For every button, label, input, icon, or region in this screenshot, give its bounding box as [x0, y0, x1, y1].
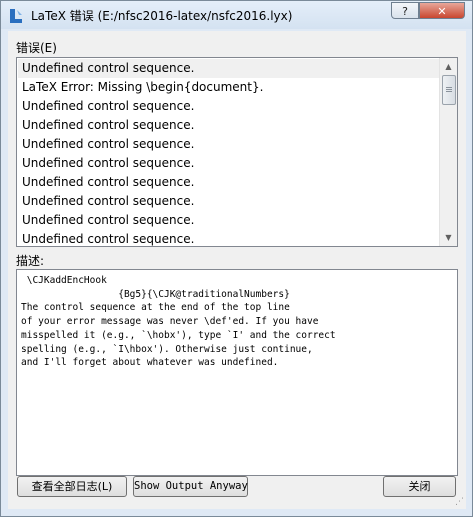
title-bar[interactable]: LaTeX 错误 (E:/nfsc2016-latex/nsfc2016.lyx…	[1, 1, 472, 29]
error-list-item[interactable]: Undefined control sequence.	[18, 230, 440, 246]
scroll-thumb[interactable]	[442, 75, 456, 105]
error-list-item[interactable]: Undefined control sequence.	[18, 154, 440, 173]
error-list-item[interactable]: Undefined control sequence.	[18, 211, 440, 230]
errors-label: 错误(E)	[16, 41, 57, 55]
view-full-log-button[interactable]: 查看全部日志(L)	[17, 476, 127, 497]
error-list-item[interactable]: Undefined control sequence.	[18, 192, 440, 211]
dialog-body: 错误(E) Undefined control sequence. LaTeX …	[8, 31, 466, 509]
window-title: LaTeX 错误 (E:/nfsc2016-latex/nsfc2016.lyx…	[31, 9, 293, 23]
error-list-item[interactable]: Undefined control sequence.	[18, 173, 440, 192]
lyx-app-icon	[10, 9, 22, 23]
error-list-item[interactable]: Undefined control sequence.	[18, 116, 440, 135]
error-list-item[interactable]: Undefined control sequence.	[18, 97, 440, 116]
error-list-item[interactable]: Undefined control sequence.	[18, 135, 440, 154]
scroll-up-arrow-icon[interactable]: ▲	[440, 58, 457, 75]
error-dialog: LaTeX 错误 (E:/nfsc2016-latex/nsfc2016.lyx…	[0, 0, 473, 517]
error-list-item[interactable]: LaTeX Error: Missing \begin{document}.	[18, 78, 440, 97]
error-list-item[interactable]: Undefined control sequence.	[18, 59, 440, 78]
error-list-scrollbar[interactable]: ▲ ▼	[439, 58, 457, 246]
description-box[interactable]: \CJKaddEncHook {Bg5}{\CJK@traditionalNum…	[16, 269, 458, 476]
description-label: 描述:	[16, 254, 45, 268]
description-text: \CJKaddEncHook {Bg5}{\CJK@traditionalNum…	[21, 275, 336, 369]
show-output-anyway-button[interactable]: Show Output Anyway	[133, 476, 248, 497]
close-button[interactable]: 关闭	[383, 476, 456, 497]
help-button[interactable]: ?	[391, 2, 419, 19]
scroll-down-arrow-icon[interactable]: ▼	[440, 229, 457, 246]
error-list[interactable]: Undefined control sequence. LaTeX Error:…	[16, 57, 458, 247]
resize-grip-icon[interactable]: ⋰	[455, 497, 464, 507]
window-close-button[interactable]: ✕	[419, 2, 465, 19]
